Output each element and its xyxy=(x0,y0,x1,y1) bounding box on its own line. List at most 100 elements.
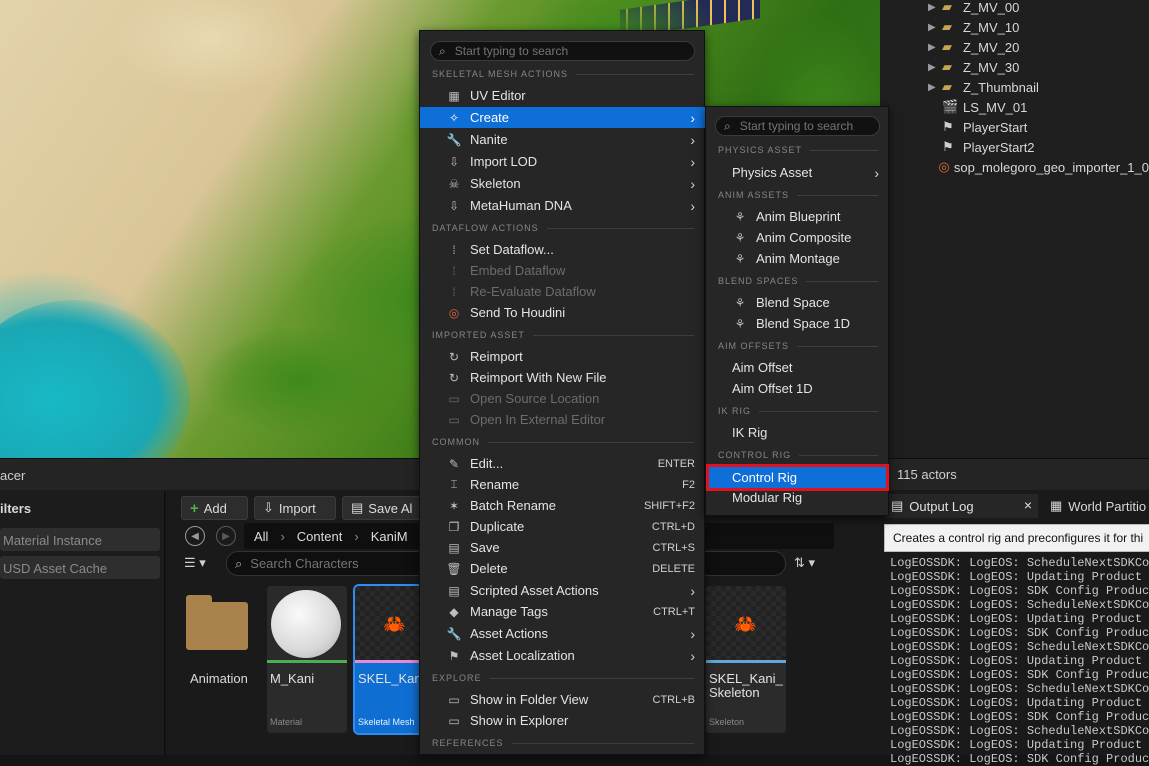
outliner-row[interactable]: ▶ ▰ Z_MV_30 xyxy=(880,57,1149,77)
menu-item-show-in-explorer[interactable]: ▭ Show in Explorer xyxy=(420,710,705,731)
menu-item-send-to-houdini[interactable]: ◎ Send To Houdini xyxy=(420,302,705,323)
menu-item-duplicate[interactable]: ❐ Duplicate CTRL+D xyxy=(420,516,705,537)
menu-item-aim-offset-1d[interactable]: Aim Offset 1D xyxy=(706,378,889,399)
import-button[interactable]: ⇩ Import xyxy=(254,496,336,520)
menu-item-create[interactable]: ✧ Create › xyxy=(420,107,705,128)
expand-arrow-icon[interactable]: ▶ xyxy=(928,22,940,33)
menu-item-anim-blueprint[interactable]: ⚘ Anim Blueprint xyxy=(706,206,889,227)
menu-item-blend-space-1d[interactable]: ⚘ Blend Space 1D xyxy=(706,313,889,334)
asset-type-bar xyxy=(706,660,786,663)
outliner-row[interactable]: ▶ 🎬 LS_MV_01 xyxy=(880,97,1149,117)
chevron-right-icon: › xyxy=(354,528,359,544)
menu-item-set-dataflow[interactable]: ⁞ Set Dataflow... xyxy=(420,239,705,260)
search-icon: ⌕ xyxy=(235,555,243,571)
plus-icon: + xyxy=(190,499,199,517)
level-sequence-icon: 🎬 xyxy=(942,99,959,114)
menu-item-manage-tags[interactable]: ◆ Manage Tags CTRL+T xyxy=(420,601,705,622)
menu-item-anim-montage[interactable]: ⚘ Anim Montage xyxy=(706,248,889,269)
outliner-row-label: PlayerStart2 xyxy=(963,139,1035,155)
section-header: IMPORTED ASSET xyxy=(432,329,694,341)
outliner-row[interactable]: ▶ ▰ Z_MV_00 xyxy=(880,0,1149,17)
save-all-button[interactable]: ▤ Save Al xyxy=(342,496,424,520)
menu-item-skeleton[interactable]: ☠ Skeleton › xyxy=(420,173,705,194)
menu-item-save[interactable]: ▤ Save CTRL+S xyxy=(420,537,705,558)
menu-item-uv-editor[interactable]: ▦ UV Editor xyxy=(420,85,705,106)
expand-arrow-icon[interactable]: ▶ xyxy=(928,62,940,73)
filter-usd-asset-cache[interactable]: USD Asset Cache xyxy=(0,556,160,579)
outliner-row[interactable]: ▶ ▰ Z_Thumbnail xyxy=(880,77,1149,97)
outliner-row-label: Z_MV_00 xyxy=(963,0,1020,15)
asset-tile[interactable]: 🦀 SKEL_Kani_ Skeleton Skeleton xyxy=(706,586,786,733)
asset-tile[interactable]: M_Kani Material xyxy=(267,586,347,733)
menu-item-ik-rig[interactable]: IK Rig xyxy=(706,422,889,443)
menu-item-edit[interactable]: ✎ Edit... ENTER xyxy=(420,453,705,474)
close-icon[interactable]: × xyxy=(1024,497,1032,513)
menu-item-scripted-asset-actions[interactable]: ▤ Scripted Asset Actions › xyxy=(420,580,705,601)
folder-open-icon: ▭ xyxy=(448,391,460,406)
outliner-row-label: LS_MV_01 xyxy=(963,99,1028,115)
world-partition-icon: ▦ xyxy=(1050,498,1063,513)
expand-arrow-icon[interactable]: ▶ xyxy=(928,2,940,13)
log-line: LogEOSSDK: LogEOS: ScheduleNextSDKCon xyxy=(890,682,1149,696)
import-button-label: Import xyxy=(278,500,316,516)
menu-item-asset-actions[interactable]: 🔧 Asset Actions › xyxy=(420,623,705,644)
menu-item-show-in-folder-view[interactable]: ▭ Show in Folder View CTRL+B xyxy=(420,689,705,710)
menu-item-asset-localization[interactable]: ⚑ Asset Localization › xyxy=(420,645,705,666)
uv-editor-icon: ▦ xyxy=(448,88,460,103)
sort-icon[interactable]: ⇅ ▾ xyxy=(794,555,815,571)
expand-arrow-icon[interactable]: ▶ xyxy=(928,82,940,93)
menu-item-blend-space[interactable]: ⚘ Blend Space xyxy=(706,292,889,313)
menu-item-anim-composite[interactable]: ⚘ Anim Composite xyxy=(706,227,889,248)
tab-output-log[interactable]: ▤ Output Log × xyxy=(886,494,1038,518)
back-arrow-icon[interactable]: ◀ xyxy=(185,526,205,546)
log-line: LogEOSSDK: LogEOS: SDK Config Product xyxy=(890,752,1149,766)
expand-arrow-icon[interactable]: ▶ xyxy=(928,42,940,53)
menu-search-field[interactable]: ⌕ xyxy=(430,41,695,61)
filter-material-instance[interactable]: Material Instance xyxy=(0,528,160,551)
breadcrumb-item[interactable]: Content xyxy=(297,529,343,544)
save-all-button-label: Save Al xyxy=(368,500,413,516)
external-editor-icon: ▭ xyxy=(448,412,460,427)
outliner-row[interactable]: ▶ ▰ Z_MV_20 xyxy=(880,37,1149,57)
anim-blueprint-icon: ⚘ xyxy=(734,209,746,224)
asset-type: Skeletal Mesh xyxy=(358,717,415,727)
outliner-row-label: Z_MV_10 xyxy=(963,19,1020,35)
menu-item-batch-rename[interactable]: ✶ Batch Rename SHIFT+F2 xyxy=(420,495,705,516)
submenu-search-input[interactable] xyxy=(737,118,868,134)
menu-item-physics-asset[interactable]: Physics Asset › xyxy=(706,162,889,183)
section-header: BLEND SPACES xyxy=(718,275,878,287)
forward-arrow-icon[interactable]: ▶ xyxy=(216,526,236,546)
log-line: LogEOSSDK: LogEOS: Updating Product S xyxy=(890,612,1149,626)
dataflow-icon: ⁞ xyxy=(452,284,456,299)
menu-item-reimport[interactable]: ↻ Reimport xyxy=(420,346,705,367)
menu-item-nanite[interactable]: 🔧 Nanite › xyxy=(420,129,705,150)
outliner-row[interactable]: ▶ ▰ Z_MV_10 xyxy=(880,17,1149,37)
tab-world-partition[interactable]: ▦ World Partitio xyxy=(1046,494,1146,518)
player-start-icon: ⚑ xyxy=(942,139,954,154)
menu-item-rename[interactable]: ⌶ Rename F2 xyxy=(420,474,705,495)
filter-dropdown-icon[interactable]: ☰ ▾ xyxy=(184,555,206,571)
place-actors-tab[interactable]: acer xyxy=(0,468,25,483)
menu-search-input[interactable] xyxy=(452,43,653,59)
menu-item-modular-rig[interactable]: Modular Rig xyxy=(706,487,889,508)
script-icon: ▤ xyxy=(448,583,460,598)
breadcrumb-item[interactable]: KaniM xyxy=(371,529,408,544)
breadcrumb-item[interactable]: All xyxy=(254,529,268,544)
menu-item-aim-offset[interactable]: Aim Offset xyxy=(706,357,889,378)
menu-item-reimport-new-file[interactable]: ↻ Reimport With New File xyxy=(420,367,705,388)
asset-type: Material xyxy=(270,717,303,727)
outliner-row[interactable]: ▶ ⚑ PlayerStart2 xyxy=(880,137,1149,157)
menu-item-metahuman-dna[interactable]: ⇩ MetaHuman DNA › xyxy=(420,195,705,216)
folder-icon[interactable] xyxy=(186,595,248,650)
outliner-row-label: sop_molegoro_geo_importer_1_0 xyxy=(953,159,1149,175)
add-button[interactable]: + Add xyxy=(181,496,248,520)
create-icon: ✧ xyxy=(448,110,460,125)
submenu-search-field[interactable]: ⌕ xyxy=(715,116,880,136)
shortcut-label: CTRL+S xyxy=(652,541,696,554)
shortcut-label: DELETE xyxy=(652,562,695,575)
folder-icon: ▰ xyxy=(942,79,952,94)
menu-item-delete[interactable]: 🗑 Delete DELETE xyxy=(420,558,705,579)
menu-item-import-lod[interactable]: ⇩ Import LOD › xyxy=(420,151,705,172)
outliner-row[interactable]: ▶ ⚑ PlayerStart xyxy=(880,117,1149,137)
outliner-row[interactable]: ▶ ◎ sop_molegoro_geo_importer_1_0 xyxy=(880,157,1149,177)
